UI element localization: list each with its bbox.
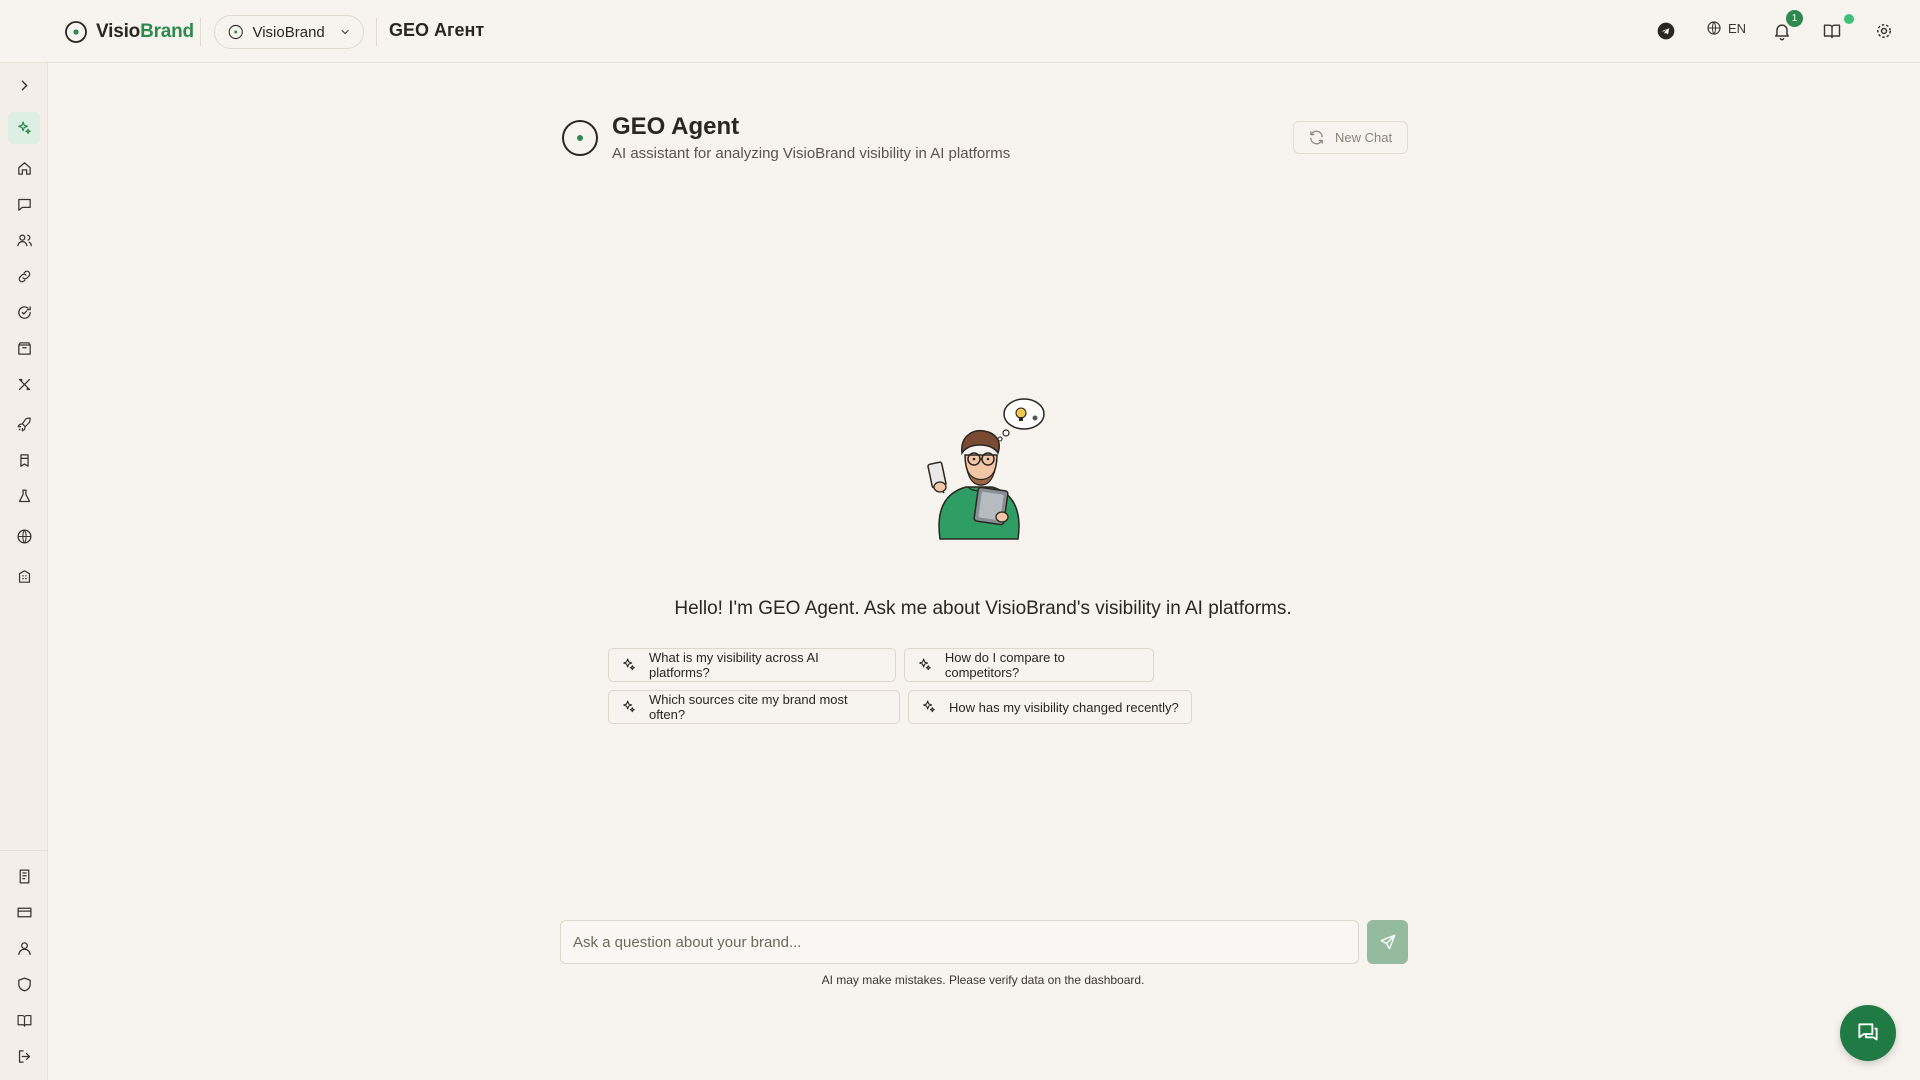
suggestion-chip[interactable]: How has my visibility changed recently?: [908, 690, 1192, 724]
sparkles-icon: [919, 658, 931, 671]
sidebar-item-billing[interactable]: [8, 896, 40, 928]
sidebar-item-geo-agent[interactable]: [8, 112, 40, 144]
suggestion-chip[interactable]: Which sources cite my brand most often?: [608, 690, 900, 724]
chat-bubbles-icon: [1858, 1023, 1878, 1041]
brand-logo-icon: [228, 24, 243, 40]
sparkles-icon: [623, 700, 635, 713]
app-logo[interactable]: VisioBrand: [64, 20, 194, 44]
suggestion-chip-label: How do I compare to competitors?: [944, 650, 1065, 680]
sidebar-item-launch[interactable]: [8, 408, 40, 440]
new-chat-label: New Chat: [1335, 130, 1393, 145]
sidebar-expand-button[interactable]: [8, 69, 40, 101]
credit-card-icon: [16, 907, 32, 917]
logo-text-suffix: Brand: [140, 21, 194, 42]
rocket-icon: [17, 417, 31, 431]
sidebar-item-monitoring[interactable]: [8, 296, 40, 328]
send-icon: [1380, 934, 1395, 950]
sidebar-item-reports[interactable]: [8, 860, 40, 892]
sparkles-icon: [17, 121, 31, 134]
sidebar-item-products[interactable]: [8, 332, 40, 364]
flask-icon: [18, 488, 30, 502]
sparkles-icon: [623, 658, 635, 671]
suggestion-chip-label: How has my visibility changed recently?: [949, 699, 1179, 715]
sparkles-icon: [923, 700, 935, 713]
globe-icon: [1707, 21, 1721, 35]
message-icon: [17, 198, 31, 211]
logo-mark-icon: [65, 21, 87, 43]
status-dot: [1844, 14, 1854, 24]
language-switcher[interactable]: EN: [1706, 20, 1746, 36]
users-icon: [16, 234, 32, 246]
bookmark-icon: [19, 453, 29, 467]
sidebar-divider: [0, 850, 48, 851]
send-button[interactable]: [1367, 920, 1408, 964]
suggestion-chip-label: What is my visibility across AI platform…: [649, 650, 819, 680]
globe-icon: [16, 528, 32, 544]
brand-selector-label: VisioBrand: [252, 23, 325, 41]
sidebar: [0, 63, 48, 1080]
user-icon: [17, 941, 31, 955]
suggestion-chip[interactable]: What is my visibility across AI platform…: [608, 648, 896, 682]
agent-subtitle: AI assistant for analyzing VisioBrand vi…: [612, 145, 1011, 162]
notification-badge: 1: [1786, 10, 1803, 27]
thinking-person-illustration: [927, 398, 1045, 540]
telegram-icon[interactable]: [1656, 21, 1676, 41]
agent-greeting: Hello! I'm GEO Agent. Ask me about Visio…: [674, 598, 1292, 619]
tools-icon: [18, 378, 30, 390]
building-icon: [18, 569, 30, 583]
link-icon: [18, 270, 30, 282]
sidebar-item-experiments[interactable]: [8, 480, 40, 512]
home-icon: [17, 161, 31, 175]
chevron-right-icon: [21, 80, 27, 90]
sidebar-item-chats[interactable]: [8, 188, 40, 220]
logo-text: VisioBrand: [96, 21, 194, 43]
chevron-down-icon: [341, 29, 349, 35]
top-bar: VisioBrand VisioBrand GEO Агент EN 1: [0, 0, 1920, 63]
language-label: EN: [1728, 20, 1747, 36]
sidebar-item-saved[interactable]: [8, 444, 40, 476]
settings-icon[interactable]: [1874, 21, 1894, 41]
agent-title: GEO Agent: [612, 113, 740, 140]
divider: [200, 18, 201, 46]
logout-icon: [18, 1049, 30, 1063]
support-chat-button[interactable]: [1840, 1005, 1896, 1061]
suggestion-chip-label: Which sources cite my brand most often?: [648, 692, 848, 722]
refresh-check-icon: [17, 305, 31, 319]
book-open-icon: [17, 1014, 31, 1027]
brand-selector[interactable]: VisioBrand: [214, 15, 364, 49]
sidebar-item-websites[interactable]: [8, 520, 40, 552]
package-icon: [17, 341, 31, 355]
sidebar-item-profile[interactable]: [8, 932, 40, 964]
divider: [376, 18, 377, 46]
sidebar-item-home[interactable]: [8, 152, 40, 184]
chat-input[interactable]: [560, 920, 1359, 964]
refresh-icon: [1310, 130, 1323, 145]
page-heading: GEO Агент: [389, 20, 485, 40]
book-icon[interactable]: [1822, 21, 1842, 41]
agent-logo-icon: [562, 120, 598, 156]
sidebar-item-links[interactable]: [8, 260, 40, 292]
sidebar-item-docs[interactable]: [8, 1004, 40, 1036]
suggestion-chip[interactable]: How do I compare to competitors?: [904, 648, 1154, 682]
sidebar-item-company[interactable]: [8, 560, 40, 592]
new-chat-button[interactable]: New Chat: [1293, 121, 1408, 154]
sidebar-item-logout[interactable]: [8, 1040, 40, 1072]
sidebar-item-tools[interactable]: [8, 368, 40, 400]
report-icon: [19, 868, 29, 884]
ai-disclaimer: AI may make mistakes. Please verify data…: [821, 973, 1145, 987]
logo-text-prefix: Visio: [96, 21, 141, 42]
sidebar-item-users[interactable]: [8, 224, 40, 256]
